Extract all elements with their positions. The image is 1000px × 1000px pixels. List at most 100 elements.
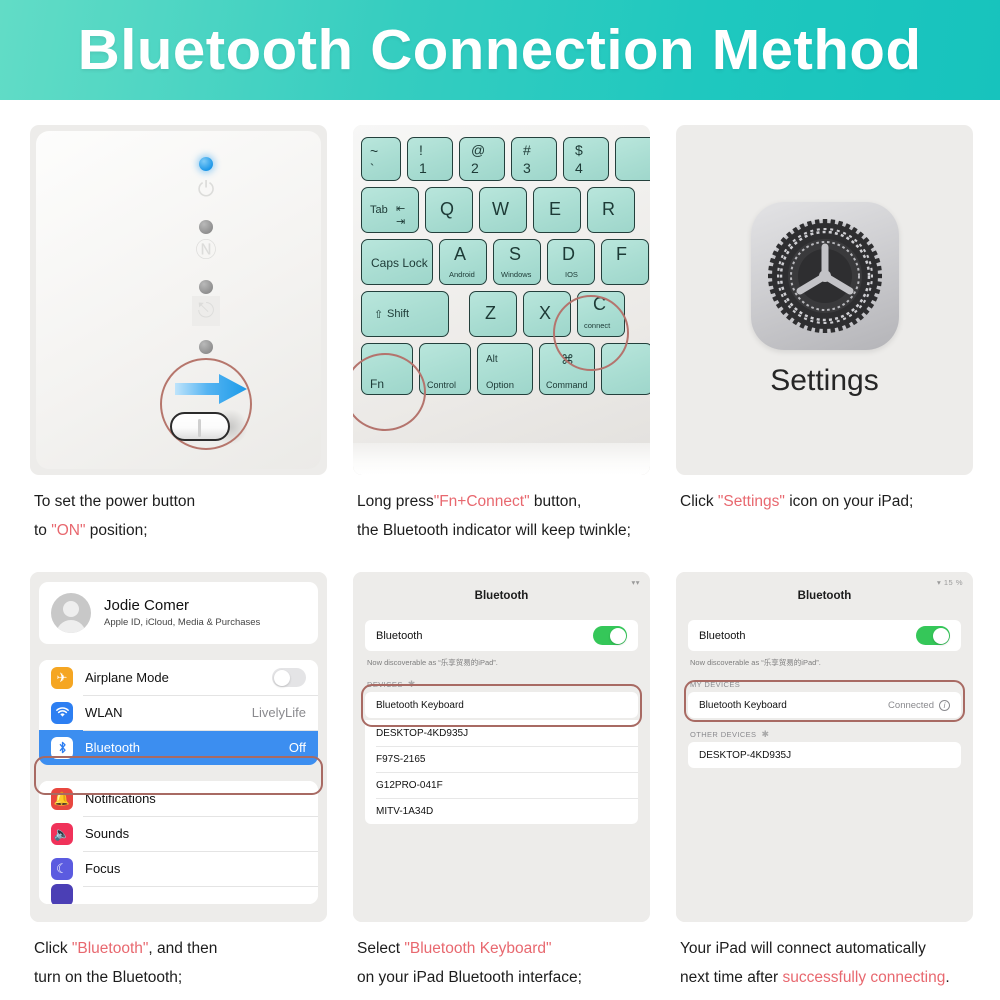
bluetooth-pane-title-5: Bluetooth xyxy=(474,590,529,602)
key-r[interactable]: R xyxy=(587,187,635,233)
device-row-mitv-5[interactable]: MITV-1A34D xyxy=(365,798,638,824)
key-a-label: A xyxy=(454,244,467,264)
led-bluetooth-blue xyxy=(199,157,213,171)
settings-row-focus[interactable]: ☾ Focus xyxy=(39,851,318,886)
settings-group-connectivity: ✈ Airplane Mode WLAN LivelyLife Bluetoot… xyxy=(39,660,318,765)
caption-3-a: Click xyxy=(680,493,718,510)
my-devices-section-label: MY DEVICES xyxy=(690,680,959,689)
slide-arrow-icon xyxy=(173,372,253,406)
key-1-main: ! xyxy=(419,142,423,158)
battery-percent-6: 15 % xyxy=(943,578,963,587)
device-row-desktop-6[interactable]: DESKTOP-4KD935J xyxy=(688,742,961,768)
key-control-label: Control xyxy=(427,380,457,390)
settings-row-airplane-mode[interactable]: ✈ Airplane Mode xyxy=(39,660,318,695)
key-f[interactable]: F xyxy=(601,239,649,285)
caption-1-line2-a: to xyxy=(34,522,52,539)
key-command-label: Command xyxy=(546,380,588,390)
key-e-label: E xyxy=(549,199,562,219)
device-name-6-1: DESKTOP-4KD935J xyxy=(699,749,792,761)
caption-6-line2-a: next time after xyxy=(680,969,783,986)
step-5-caption: Select "Bluetooth Keyboard" on your iPad… xyxy=(357,934,677,992)
device-row-g12pro-5[interactable]: G12PRO-041F xyxy=(365,772,638,798)
focus-icon: ☾ xyxy=(51,857,73,880)
settings-row-partial[interactable] xyxy=(39,884,318,904)
key-3-main: # xyxy=(523,142,531,158)
key-z[interactable]: Z xyxy=(469,291,517,337)
key-shift-arrow-icon: ⇧ xyxy=(374,309,384,321)
key-5-partial[interactable] xyxy=(615,137,650,181)
bluetooth-toggle-row-6[interactable]: Bluetooth xyxy=(688,620,961,651)
key-d[interactable]: D IOS xyxy=(547,239,595,285)
device-row-bluetooth-keyboard-5[interactable]: Bluetooth Keyboard xyxy=(365,692,638,718)
airplane-mode-toggle[interactable] xyxy=(272,668,306,687)
key-3[interactable]: # 3 xyxy=(511,137,557,181)
key-tilde-main: ~ xyxy=(370,143,379,159)
bluetooth-toggle-5[interactable] xyxy=(593,626,627,645)
caption-6-highlight: successfully connecting xyxy=(782,969,946,986)
other-devices-section-label: OTHER DEVICES ✱ xyxy=(690,730,959,740)
device-row-f97s-5[interactable]: F97S-2165 xyxy=(365,746,638,772)
caption-2-b: button, xyxy=(529,493,582,510)
caption-5-line2: on your iPad Bluetooth interface; xyxy=(357,969,582,986)
key-alt-option[interactable]: Alt Option xyxy=(477,343,533,395)
step-1-image: ⏻ Ⓝ ⎋ xyxy=(30,125,327,475)
key-shift[interactable]: ⇧ Shift xyxy=(361,291,449,337)
step-6-image: ▾ 15 % Bluetooth Bluetooth Now discovera… xyxy=(676,572,973,922)
my-devices-list: Bluetooth Keyboard Connected i xyxy=(688,692,961,718)
step-2-image: ~ ` ! 1 @ 2 # 3 $ 4 Tab ⇤ ⇥ Q W E R Caps… xyxy=(353,125,650,475)
settings-row-wlan[interactable]: WLAN LivelyLife xyxy=(39,695,318,730)
caption-5-highlight: "Bluetooth Keyboard" xyxy=(404,940,552,957)
key-2[interactable]: @ 2 xyxy=(459,137,505,181)
bluetooth-toggle-6[interactable] xyxy=(916,626,950,645)
key-s[interactable]: S Windows xyxy=(493,239,541,285)
key-capslock[interactable]: Caps Lock xyxy=(361,239,433,285)
key-d-sub-ios: IOS xyxy=(565,270,578,279)
bluetooth-toggle-row-5[interactable]: Bluetooth xyxy=(365,620,638,651)
bluetooth-pane-title-6: Bluetooth xyxy=(797,590,852,602)
key-tilde[interactable]: ~ ` xyxy=(361,137,401,181)
settings-group-system: 🔔 Notifications 🔈 Sounds ☾ Focus xyxy=(39,781,318,904)
page-banner: Bluetooth Connection Method xyxy=(0,0,1000,100)
screen-time-icon xyxy=(51,884,73,904)
bluetooth-toggle-label-6: Bluetooth xyxy=(699,629,746,642)
step-6-caption: Your iPad will connect automatically nex… xyxy=(680,934,1000,992)
steps-grid: ⏻ Ⓝ ⎋ To set the power button to "ON" po… xyxy=(0,100,1000,1000)
step-3-caption: Click "Settings" icon on your iPad; xyxy=(680,487,1000,516)
led-gray-1 xyxy=(199,220,213,234)
key-s-label: S xyxy=(509,244,522,264)
key-a[interactable]: A Android xyxy=(439,239,487,285)
key-1[interactable]: ! 1 xyxy=(407,137,453,181)
power-slider-switch[interactable] xyxy=(170,412,230,441)
power-glyph-icon: ⏻ xyxy=(197,178,215,201)
step-5-image: ▾▾ Bluetooth Bluetooth Now discoverable … xyxy=(353,572,650,922)
ios-settings-list: Jodie Comer Apple ID, iCloud, Media & Pu… xyxy=(30,572,327,922)
key-q[interactable]: Q xyxy=(425,187,473,233)
key-tab[interactable]: Tab ⇤ ⇥ xyxy=(361,187,419,233)
discoverable-note-6: Now discoverable as “乐享贸易的iPad”. xyxy=(690,658,821,667)
key-2-sub: 2 xyxy=(471,160,479,176)
settings-row-sounds[interactable]: 🔈 Sounds xyxy=(39,816,318,851)
device-row-desktop-5[interactable]: DESKTOP-4KD935J xyxy=(365,720,638,746)
settings-row-notifications[interactable]: 🔔 Notifications xyxy=(39,781,318,816)
key-f-label: F xyxy=(616,244,627,264)
keyboard-side-body: ⏻ Ⓝ ⎋ xyxy=(36,131,321,469)
my-devices-label-text: MY DEVICES xyxy=(690,680,741,689)
key-tab-label: Tab xyxy=(370,204,388,216)
settings-app-icon[interactable] xyxy=(750,202,899,350)
devices-label-text-5: DEVICES xyxy=(367,680,403,689)
status-bar-5: ▾▾ xyxy=(631,578,640,587)
key-d-label: D xyxy=(562,244,575,264)
key-w[interactable]: W xyxy=(479,187,527,233)
key-4[interactable]: $ 4 xyxy=(563,137,609,181)
key-control[interactable]: Control xyxy=(419,343,471,395)
device-row-bluetooth-keyboard-6[interactable]: Bluetooth Keyboard Connected i xyxy=(688,692,961,718)
other-devices-list: DESKTOP-4KD935J xyxy=(688,742,961,768)
device-name-5-3: G12PRO-041F xyxy=(376,779,443,791)
apple-account-row[interactable]: Jodie Comer Apple ID, iCloud, Media & Pu… xyxy=(39,582,318,644)
step-4-caption: Click "Bluetooth", and then turn on the … xyxy=(34,934,354,992)
settings-row-bluetooth[interactable]: Bluetooth Off xyxy=(39,730,318,765)
devices-section-label-5: DEVICES ✱ xyxy=(367,679,636,690)
info-icon-6[interactable]: i xyxy=(939,699,950,711)
key-e[interactable]: E xyxy=(533,187,581,233)
scanning-spinner-icon-5: ✱ xyxy=(407,679,416,689)
